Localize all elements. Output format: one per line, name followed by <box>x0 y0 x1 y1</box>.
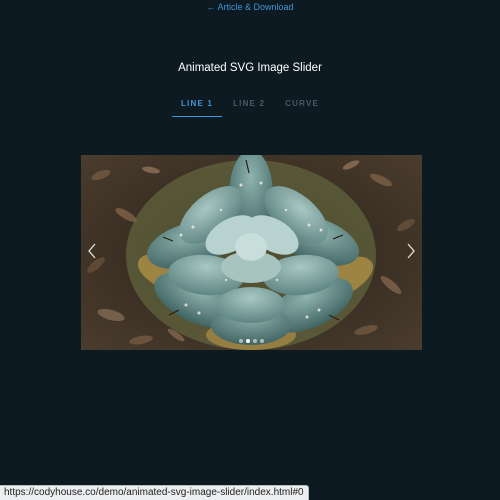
tab-line-2[interactable]: LINE 2 <box>223 99 275 117</box>
slider-dots <box>81 339 422 343</box>
succulent-photo <box>81 155 422 350</box>
tab-bar: LINE 1 LINE 2 CURVE <box>0 99 500 117</box>
page: ← Article & Download Animated SVG Image … <box>0 0 500 500</box>
image-slider <box>81 155 422 350</box>
article-download-link[interactable]: ← Article & Download <box>0 2 500 12</box>
slider-dot[interactable] <box>246 339 250 343</box>
page-title: Animated SVG Image Slider <box>178 62 322 74</box>
slider-dot[interactable] <box>260 339 264 343</box>
slider-dot[interactable] <box>239 339 243 343</box>
chevron-right-icon[interactable] <box>404 241 418 261</box>
chevron-left-icon[interactable] <box>85 241 99 261</box>
slider-dot[interactable] <box>253 339 257 343</box>
tab-curve[interactable]: CURVE <box>275 99 329 117</box>
tab-line-1[interactable]: LINE 1 <box>171 99 223 117</box>
status-bar-url: https://codyhouse.co/demo/animated-svg-i… <box>0 485 309 500</box>
